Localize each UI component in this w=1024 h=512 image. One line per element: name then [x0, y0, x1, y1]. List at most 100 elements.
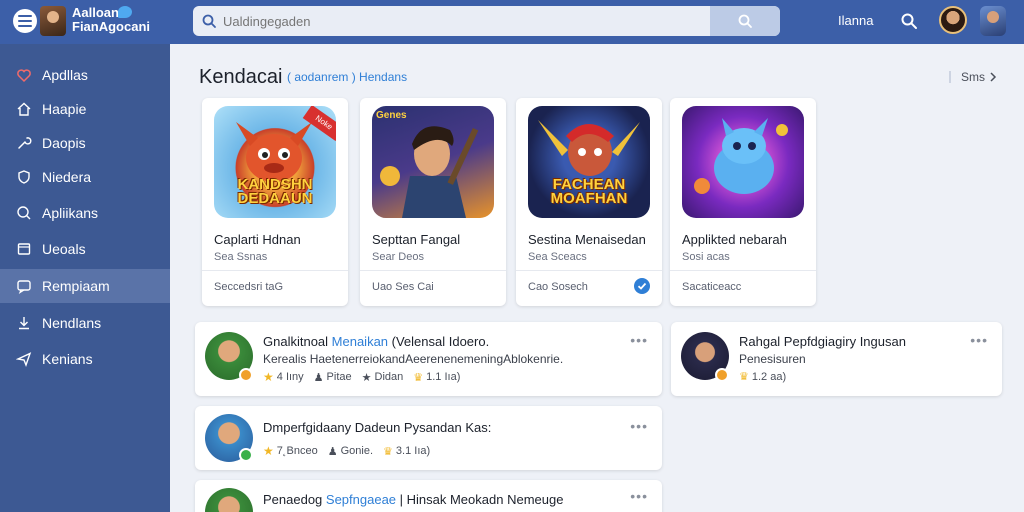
app-artwork [682, 106, 804, 218]
feed-meta: ♛ 1.2 aa) [739, 370, 787, 384]
feed-body: Penesisuren [739, 352, 806, 366]
score-value: 1.1 Iıa) [426, 371, 461, 383]
more-options-icon[interactable]: ••• [630, 332, 648, 348]
sidebar-item-label: Apdllas [42, 67, 88, 83]
app-art-title: KANDSHN DEDAAUN [237, 176, 313, 207]
app-footer: Uao Ses Cai [372, 281, 434, 293]
feed-card[interactable]: Rahgal Pepfdgiagiry Ingusan Penesisuren … [671, 322, 1002, 396]
app-art-label: Genes [376, 110, 407, 121]
tag: ★ Didan [362, 371, 404, 384]
sidebar-item-label: Kenians [42, 351, 93, 367]
sidebar-item-7[interactable]: Rempiaam [0, 269, 170, 303]
trophy-icon: ♛ [739, 371, 749, 383]
feed-title: Penaedog Sepfngaeae | Hinsak Meokadn Nem… [263, 492, 563, 507]
search-button[interactable] [710, 6, 780, 36]
sidebar-item-label: Rempiaam [42, 278, 110, 294]
sidebar-item-4[interactable]: Niedera [0, 160, 170, 194]
top-nav-link[interactable]: Ilanna [838, 13, 873, 28]
sidebar-item-1[interactable]: Apdllas [0, 58, 170, 92]
feed-title-text: | Hinsak Meokadn Nemeuge [396, 492, 564, 507]
section-title: Kendacai [199, 66, 283, 88]
rating: ★ 4 Iıny [263, 370, 304, 384]
chat-icon [17, 280, 31, 294]
app-artwork: Genes [372, 106, 494, 218]
feed-title-highlight[interactable]: Menaikan [332, 334, 388, 349]
feed-card[interactable]: Penaedog Sepfngaeae | Hinsak Meokadn Nem… [195, 480, 662, 512]
see-more-label: Sms [961, 70, 985, 84]
score-value: 3.1 Iıa) [395, 445, 431, 457]
divider [949, 71, 951, 83]
sidebar-item-label: Haapie [42, 101, 87, 117]
app-name: Septtan Fangal [372, 232, 461, 247]
section-filter-link[interactable]: ( aodanrem ) Hendans [287, 70, 407, 84]
shield-icon [18, 170, 30, 184]
profile-avatar[interactable] [980, 6, 1006, 36]
feed-title: Dmperfgidaany Dadeun Pysandan Kas: [263, 420, 491, 435]
feed-title: Rahgal Pepfdgiagiry Ingusan [739, 334, 906, 349]
sidebar-item-label: Niedera [42, 169, 92, 185]
see-more-link[interactable]: Sms [949, 70, 997, 84]
tag: ♟ Gonie. [328, 445, 373, 458]
sidebar-item-8[interactable]: Nendlans [0, 306, 170, 340]
feed-meta: ★ 4 Iıny ♟ Pitae ★ Didan ♛ 1.1 Iıa) [263, 370, 460, 384]
badge-icon [715, 368, 729, 382]
search-input[interactable] [223, 6, 693, 36]
app-name: Applikted nebarah [682, 232, 787, 247]
sidebar-item-9[interactable]: Kenians [0, 342, 170, 376]
feed-title-text: Rahgal Pepfdgiagiry Ingusan [739, 334, 906, 349]
app-logo[interactable]: Aalloan FianAgocani [72, 6, 150, 34]
feed-card[interactable]: Gnalkitnoal Menaikan (Velensal Idoero. K… [195, 322, 662, 396]
feed-card[interactable]: Dmperfgidaany Dadeun Pysandan Kas: ★ 7˛Bn… [195, 406, 662, 470]
star-icon: ★ [263, 444, 274, 458]
creature-character-art [694, 118, 788, 194]
divider [360, 270, 506, 271]
sidebar: Apdllas Haapie Daopis Niedera Apliikans … [0, 44, 170, 512]
score: ♛ 3.1 Iıa) [383, 445, 430, 458]
sidebar-item-label: Ueoals [42, 241, 86, 257]
badge-icon [239, 368, 253, 382]
tag-value: Didan [374, 371, 404, 383]
score: ♛ 1.1 Iıa) [413, 371, 460, 384]
person-icon: ♟ [313, 371, 324, 384]
menu-icon[interactable] [13, 9, 37, 33]
app-card[interactable]: Noke KANDSHN DEDAAUN Caplarti Hdnan Sea … [202, 98, 348, 306]
app-card[interactable]: Genes Septtan Fangal Sear Deos Uao Ses C… [360, 98, 506, 306]
chevron-right-icon [990, 72, 997, 82]
app-footer: Cao Sosech [528, 281, 588, 293]
wrench-icon [18, 137, 32, 149]
home-icon [17, 102, 31, 116]
feed-title-text: (Velensal Idoero. [388, 334, 490, 349]
app-name: Caplarti Hdnan [214, 232, 301, 247]
search-icon [738, 14, 752, 28]
rating-value: 4 Iıny [276, 371, 304, 383]
sidebar-item-5[interactable]: Apliikans [0, 196, 170, 230]
divider [202, 270, 348, 271]
search-icon [202, 14, 216, 28]
more-options-icon[interactable]: ••• [970, 332, 988, 348]
sidebar-item-2[interactable]: Haapie [0, 92, 170, 126]
sidebar-item-6[interactable]: Ueoals [0, 232, 170, 266]
more-options-icon[interactable]: ••• [630, 418, 648, 434]
tag-value: Gonie. [340, 445, 374, 457]
tag-value: Pitae [326, 371, 352, 383]
verified-check-icon [634, 278, 650, 294]
feed-title: Gnalkitnoal Menaikan (Velensal Idoero. [263, 334, 489, 349]
feed-title-highlight[interactable]: Sepfngaeae [326, 492, 396, 507]
more-options-icon[interactable]: ••• [630, 488, 648, 504]
star-icon: ★ [263, 370, 274, 384]
score-value: 1.2 aa) [751, 370, 787, 383]
user-avatar[interactable] [939, 6, 967, 34]
app-art-title: FACHEAN MOAFHAN [550, 176, 628, 207]
divider [670, 270, 816, 271]
app-card[interactable]: Applikted nebarah Sosi acas Sacaticeacc [670, 98, 816, 306]
feed-meta: ★ 7˛Bnceo ♟ Gonie. ♛ 3.1 Iıa) [263, 444, 430, 458]
chat-bubble-icon [118, 6, 132, 18]
download-icon [19, 317, 29, 330]
search-icon[interactable] [900, 12, 918, 30]
sidebar-item-3[interactable]: Daopis [0, 126, 170, 160]
app-artwork: FACHEAN MOAFHAN [528, 106, 650, 218]
badge-icon [239, 448, 253, 462]
logo-line-2: FianAgocani [72, 19, 151, 34]
app-card[interactable]: FACHEAN MOAFHAN Sestina Menaisedan Sea S… [516, 98, 662, 306]
send-icon [16, 352, 32, 367]
